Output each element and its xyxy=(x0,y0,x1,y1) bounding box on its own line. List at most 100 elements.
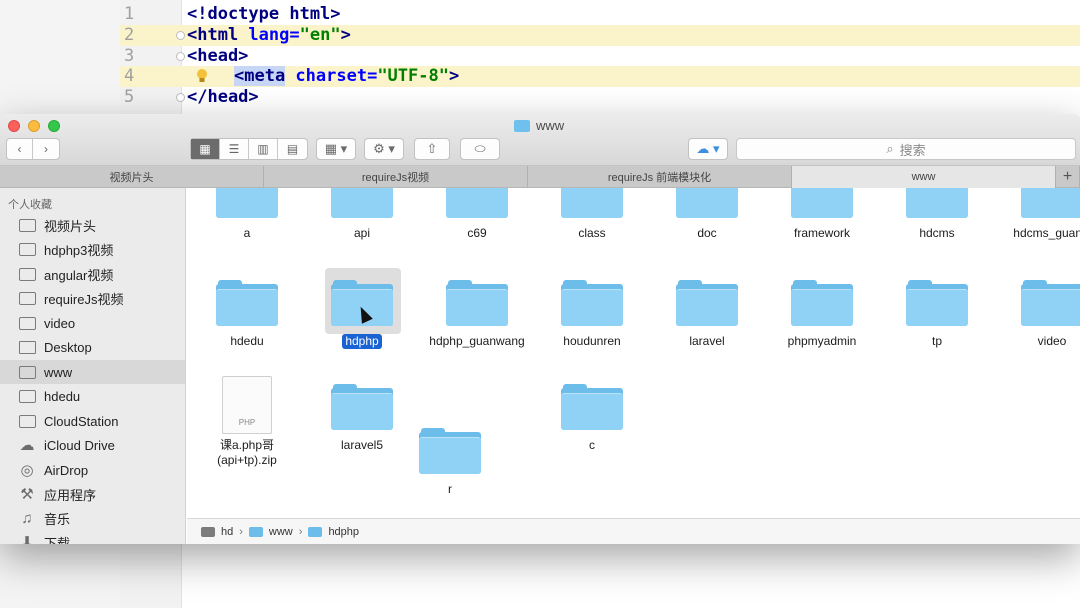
folder-item[interactable]: video xyxy=(996,280,1080,349)
tab-video-intro[interactable]: 视频片头 xyxy=(0,166,264,188)
sidebar-item-applications[interactable]: ⚒ 应用程序 xyxy=(0,482,185,506)
folder-item[interactable]: laravel xyxy=(651,280,763,349)
column-view-button[interactable]: ▥ xyxy=(249,139,278,159)
sidebar: 个人收藏 视频片头 hdphp3视频 angular视频 requireJs视频… xyxy=(0,188,186,544)
folder-icon xyxy=(18,291,36,305)
folder-icon xyxy=(18,365,36,379)
sidebar-item-music[interactable]: ♫ 音乐 xyxy=(0,506,185,530)
folder-icon xyxy=(561,188,623,218)
folder-item[interactable]: phpmyadmin xyxy=(766,280,878,349)
code-line-2[interactable]: 2 <html lang="en"> xyxy=(120,25,1080,46)
sidebar-item-icloud-drive[interactable]: ☁ iCloud Drive xyxy=(0,433,185,457)
zoom-button[interactable] xyxy=(48,120,60,132)
nav-buttons: ‹ › xyxy=(6,138,60,160)
disk-icon xyxy=(201,526,215,537)
folder-icon xyxy=(419,428,481,474)
folder-item[interactable]: hdcms xyxy=(881,188,993,241)
folder-icon xyxy=(18,316,36,330)
code-line-5[interactable]: 5 </head> xyxy=(120,87,1080,108)
folder-item[interactable]: doc xyxy=(651,188,763,241)
sidebar-item-video[interactable]: video xyxy=(0,311,185,335)
folder-icon xyxy=(18,414,36,428)
folder-item[interactable]: class xyxy=(536,188,648,241)
download-icon: ⬇ xyxy=(20,534,34,544)
sidebar-item-cloudstation[interactable]: CloudStation xyxy=(0,409,185,433)
minimize-button[interactable] xyxy=(28,120,40,132)
folder-item[interactable]: a xyxy=(191,188,303,241)
search-icon: ⌕ xyxy=(886,141,894,156)
folder-icon xyxy=(906,188,968,218)
lightbulb-icon[interactable] xyxy=(196,68,208,84)
add-tab-button[interactable]: + xyxy=(1056,166,1080,188)
sidebar-item-downloads[interactable]: ⬇ 下载 xyxy=(0,530,185,544)
folder-icon xyxy=(331,188,393,218)
folder-icon xyxy=(248,526,263,537)
chevron-right-icon: › xyxy=(239,525,243,538)
path-item[interactable]: hd xyxy=(221,526,233,538)
tab-www[interactable]: www xyxy=(792,166,1056,188)
folder-icon xyxy=(561,384,623,430)
code-line-1[interactable]: 1 <!doctype html> xyxy=(120,4,1080,25)
zip-file-item[interactable]: PHP 课a.php哥 (api+tp).zip xyxy=(191,376,303,468)
tag-button[interactable]: ⬭ xyxy=(460,138,500,160)
forward-button[interactable]: › xyxy=(33,139,59,159)
folder-icon xyxy=(676,280,738,326)
folder-icon xyxy=(216,280,278,326)
list-view-button[interactable]: ☰ xyxy=(220,139,249,159)
music-icon: ♫ xyxy=(21,509,33,527)
code-line-3[interactable]: 3 <head> xyxy=(120,46,1080,67)
cover-flow-button[interactable]: ▤ xyxy=(278,139,307,159)
folder-icon xyxy=(18,242,36,256)
sidebar-item-hdedu[interactable]: hdedu xyxy=(0,384,185,408)
icon-view-button[interactable]: ▦ xyxy=(191,139,220,159)
sidebar-item-angular[interactable]: angular视频 xyxy=(0,262,185,286)
folder-item[interactable]: hdphp_guanwang xyxy=(421,280,533,349)
folder-icon xyxy=(1021,188,1080,218)
folder-item[interactable]: api xyxy=(306,188,418,241)
folder-icon xyxy=(308,526,323,537)
share-button[interactable]: ⇧ xyxy=(414,138,450,160)
window-title: www xyxy=(514,118,564,133)
close-button[interactable] xyxy=(8,120,20,132)
folder-icon xyxy=(216,188,278,218)
sidebar-item-requirejs[interactable]: requireJs视频 xyxy=(0,286,185,310)
action-gear-button[interactable]: ⚙ ▾ xyxy=(364,138,404,160)
sidebar-item-video-intro[interactable]: 视频片头 xyxy=(0,213,185,237)
search-field[interactable]: ⌕ 搜索 xyxy=(736,138,1076,160)
finder-window: www ‹ › ▦ ☰ ▥ ▤ ▦ ▾ ⚙ ▾ ⇧ ⬭ ☁ ▾ ⌕ 搜索 视频片… xyxy=(0,114,1080,544)
file-grid: a api c69 class doc framework hdcms hdcm… xyxy=(187,188,1080,518)
arrange-button[interactable]: ▦ ▾ xyxy=(316,138,356,160)
folder-item[interactable]: tp xyxy=(881,280,993,349)
tab-requirejs-modular[interactable]: requireJs 前端模块化 xyxy=(528,166,792,188)
desktop-icon xyxy=(18,340,36,354)
folder-icon xyxy=(1021,280,1080,326)
fold-marker[interactable] xyxy=(176,31,185,40)
tab-requirejs-video[interactable]: requireJs视频 xyxy=(264,166,528,188)
folder-item[interactable]: framework xyxy=(766,188,878,241)
folder-icon xyxy=(446,188,508,218)
back-button[interactable]: ‹ xyxy=(7,139,34,159)
folder-item-dragging[interactable]: r xyxy=(394,428,506,497)
sidebar-item-hdphp3[interactable]: hdphp3视频 xyxy=(0,237,185,261)
sidebar-item-desktop[interactable]: Desktop xyxy=(0,335,185,359)
folder-item[interactable]: hdcms_guanw xyxy=(996,188,1080,241)
folder-item[interactable]: c xyxy=(536,384,648,453)
cloud-icon: ☁ xyxy=(19,437,35,454)
folder-item[interactable]: hdedu xyxy=(191,280,303,349)
sidebar-item-www[interactable]: www xyxy=(0,360,185,384)
titlebar: www ‹ › ▦ ☰ ▥ ▤ ▦ ▾ ⚙ ▾ ⇧ ⬭ ☁ ▾ ⌕ 搜索 xyxy=(0,114,1080,166)
folder-item[interactable]: houdunren xyxy=(536,280,648,349)
folder-item[interactable]: c69 xyxy=(421,188,533,241)
code-line-4[interactable]: 4 <meta charset="UTF-8"> xyxy=(120,66,1080,87)
cloud-menu-button[interactable]: ☁ ▾ xyxy=(688,138,728,160)
chevron-right-icon: › xyxy=(298,525,303,538)
fold-marker[interactable] xyxy=(176,93,185,102)
path-item[interactable]: hdphp xyxy=(328,526,359,538)
folder-icon xyxy=(561,280,623,326)
sidebar-section-header: 个人收藏 xyxy=(8,199,52,211)
path-bar: hd › www › hdphp xyxy=(187,518,1080,544)
sidebar-item-airdrop[interactable]: ◎ AirDrop xyxy=(0,458,185,482)
path-item[interactable]: www xyxy=(269,526,293,538)
fold-marker[interactable] xyxy=(176,52,185,61)
folder-icon xyxy=(18,267,36,281)
